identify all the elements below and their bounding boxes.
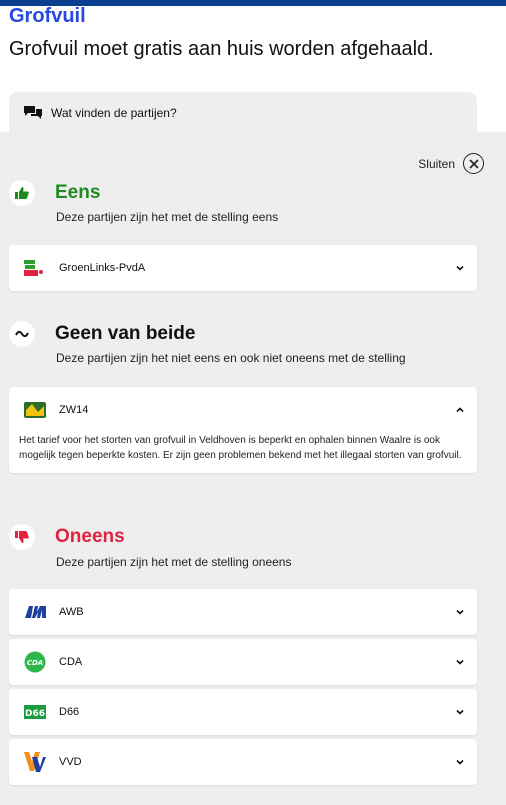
awb-logo xyxy=(23,602,47,622)
party-card-awb[interactable]: AWB xyxy=(9,589,477,635)
party-card-zw14[interactable]: ZW14 Het tarief voor het storten van gro… xyxy=(9,387,477,473)
thumbs-up-icon xyxy=(9,180,35,206)
zw14-logo xyxy=(23,400,47,420)
close-icon[interactable] xyxy=(463,153,484,174)
party-name: D66 xyxy=(59,706,80,718)
section-agree-title: Eens xyxy=(55,182,101,203)
close-button[interactable]: Sluiten xyxy=(418,153,484,174)
party-name: AWB xyxy=(59,606,84,618)
party-explanation: Het tarief voor het storten van grofvuil… xyxy=(19,435,462,461)
vvd-logo xyxy=(23,752,47,772)
svg-text:D66: D66 xyxy=(25,709,45,719)
chevron-down-icon[interactable] xyxy=(455,707,465,717)
parties-opinion-toggle[interactable]: Wat vinden de partijen? xyxy=(9,92,477,134)
party-name: GroenLinks-PvdA xyxy=(59,262,146,274)
party-card-vvd[interactable]: VVD xyxy=(9,739,477,785)
tilde-icon xyxy=(9,321,35,347)
chevron-up-icon[interactable] xyxy=(455,405,465,415)
section-neutral-title: Geen van beide xyxy=(55,323,196,344)
thumbs-down-icon xyxy=(9,524,35,550)
groenlinks-pvda-logo xyxy=(23,258,47,278)
section-neutral-subtitle: Deze partijen zijn het niet eens en ook … xyxy=(56,351,406,365)
d66-logo: D66 xyxy=(23,702,47,722)
cda-logo: CDA xyxy=(23,651,47,673)
section-agree-header: Eens xyxy=(9,180,100,206)
chevron-down-icon[interactable] xyxy=(455,607,465,617)
party-row[interactable]: AWB xyxy=(9,589,477,635)
section-neutral-header: Geen van beide xyxy=(9,321,195,347)
chevron-down-icon[interactable] xyxy=(455,263,465,273)
chevron-down-icon[interactable] xyxy=(455,657,465,667)
section-agree-subtitle: Deze partijen zijn het met de stelling e… xyxy=(56,210,279,224)
page-title: Grofvuil xyxy=(9,5,86,27)
party-row[interactable]: GroenLinks-PvdA xyxy=(9,245,477,291)
section-disagree-header: Oneens xyxy=(9,524,125,550)
party-name: ZW14 xyxy=(59,404,89,416)
party-row[interactable]: ZW14 xyxy=(9,387,477,433)
party-row[interactable]: VVD xyxy=(9,739,477,785)
party-card-d66[interactable]: D66 D66 xyxy=(9,689,477,735)
chevron-down-icon[interactable] xyxy=(455,757,465,767)
section-disagree-title: Oneens xyxy=(55,526,125,547)
section-disagree-subtitle: Deze partijen zijn het met de stelling o… xyxy=(56,555,292,569)
chat-bubbles-icon xyxy=(24,106,42,119)
party-name: CDA xyxy=(59,656,83,668)
close-label: Sluiten xyxy=(418,156,455,171)
parties-opinion-label: Wat vinden de partijen? xyxy=(51,106,177,120)
party-row[interactable]: D66 D66 xyxy=(9,689,477,735)
party-card-groenlinks-pvda[interactable]: GroenLinks-PvdA xyxy=(9,245,477,291)
svg-text:CDA: CDA xyxy=(27,659,43,667)
party-row[interactable]: CDA CDA xyxy=(9,639,477,685)
party-name: VVD xyxy=(59,756,82,768)
statement-text: Grofvuil moet gratis aan huis worden afg… xyxy=(9,38,434,60)
party-card-cda[interactable]: CDA CDA xyxy=(9,639,477,685)
